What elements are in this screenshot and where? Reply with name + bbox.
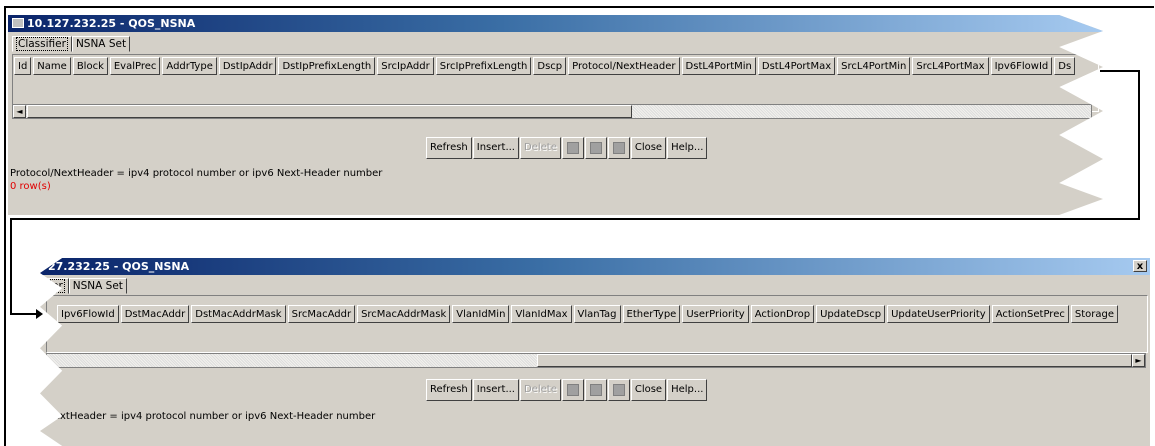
scroll-left-arrow[interactable]: ◄: [13, 105, 26, 118]
delete-button[interactable]: Delete: [519, 137, 561, 159]
print-button[interactable]: [607, 137, 630, 159]
print-icon: [612, 142, 625, 154]
column-header[interactable]: Protocol/NextHeader: [568, 57, 680, 75]
column-header[interactable]: SrcIpPrefixLength: [435, 57, 532, 75]
insert-button[interactable]: Insert...: [472, 137, 519, 159]
column-header[interactable]: SrcIpAddr: [377, 57, 434, 75]
column-header[interactable]: DstMacAddr: [120, 305, 190, 323]
tab-nsna-set-bottom[interactable]: NSNA Set: [68, 278, 127, 294]
button-bar: Refresh Insert... Delete Close Help...: [426, 137, 708, 159]
help-button[interactable]: Help...: [667, 379, 708, 401]
protocol-note-bottom: extHeader = ipv4 protocol number or ipv6…: [54, 411, 376, 422]
column-header[interactable]: DstMacAddrMask: [191, 305, 286, 323]
help-button[interactable]: Help...: [667, 137, 708, 159]
copy-icon: [566, 142, 579, 154]
print-button[interactable]: [607, 379, 630, 401]
column-header[interactable]: Ds: [1054, 57, 1076, 75]
window-title-bottom: 27.232.25 - QOS_NSNA: [48, 260, 190, 273]
protocol-note: Protocol/NextHeader = ipv4 protocol numb…: [10, 168, 383, 179]
column-header[interactable]: DstIpAddr: [218, 57, 277, 75]
table-header-row: Id Name Block EvalPrec AddrType DstIpAddr DstI…: [14, 57, 1077, 77]
column-header[interactable]: Ipv6FlowId: [990, 57, 1053, 75]
column-header[interactable]: AddrType: [162, 57, 217, 75]
column-header[interactable]: SrcL4PortMax: [912, 57, 989, 75]
save-button[interactable]: [584, 137, 607, 159]
tab-nsna-set[interactable]: NSNA Set: [71, 36, 131, 52]
column-header[interactable]: Id: [14, 57, 32, 75]
column-header[interactable]: UpdateUserPriority: [887, 305, 990, 323]
column-header[interactable]: DstL4PortMin: [681, 57, 756, 75]
tab-classifier[interactable]: Classifier: [12, 36, 72, 52]
column-header[interactable]: ActionDrop: [750, 305, 815, 323]
column-header[interactable]: Ipv6FlowId: [57, 305, 119, 323]
print-icon: [612, 384, 625, 396]
window-close-button[interactable]: x: [1133, 260, 1147, 272]
row-count: 0 row(s): [10, 181, 51, 192]
top-window: 10.127.232.25 - QOS_NSNA Classifier NSNA …: [8, 15, 1103, 215]
column-header[interactable]: EvalPrec: [109, 57, 161, 75]
column-header[interactable]: UserPriority: [682, 305, 749, 323]
column-header[interactable]: Block: [72, 57, 108, 75]
column-header[interactable]: Name: [33, 57, 71, 75]
horizontal-scrollbar[interactable]: ◄: [12, 104, 1092, 119]
copy-button[interactable]: [561, 137, 584, 159]
column-header[interactable]: ActionSetPrec: [991, 305, 1069, 323]
column-header[interactable]: Dscp: [533, 57, 567, 75]
column-header[interactable]: VlanIdMax: [511, 305, 572, 323]
column-header[interactable]: DstIpPrefixLength: [278, 57, 376, 75]
close-button[interactable]: Close: [630, 379, 667, 401]
column-header[interactable]: SrcL4PortMin: [837, 57, 911, 75]
window-titlebar[interactable]: 10.127.232.25 - QOS_NSNA: [8, 15, 1103, 32]
bottom-window: 27.232.25 - QOS_NSNA x er NSNA Set Ipv6Fl…: [40, 258, 1150, 446]
app-icon: [12, 18, 24, 28]
window-title: 10.127.232.25 - QOS_NSNA: [27, 17, 196, 30]
column-header[interactable]: Storage: [1070, 305, 1118, 323]
column-header[interactable]: UpdateDscp: [816, 305, 886, 323]
insert-button[interactable]: Insert...: [472, 379, 519, 401]
window-titlebar-bottom[interactable]: 27.232.25 - QOS_NSNA x: [40, 258, 1150, 275]
column-header[interactable]: SrcMacAddrMask: [357, 305, 451, 323]
scroll-thumb[interactable]: [27, 105, 632, 118]
copy-button[interactable]: [561, 379, 584, 401]
table-header-row-bottom: Ipv6FlowId DstMacAddr DstMacAddrMask SrcMac…: [57, 305, 1120, 325]
copy-icon: [566, 384, 579, 396]
scroll-right-arrow[interactable]: ►: [1132, 354, 1145, 367]
close-button[interactable]: Close: [630, 137, 667, 159]
column-header[interactable]: VlanTag: [573, 305, 621, 323]
refresh-button[interactable]: Refresh: [426, 137, 472, 159]
column-header[interactable]: VlanIdMin: [452, 305, 510, 323]
table-panel-bottom: Ipv6FlowId DstMacAddr DstMacAddrMask SrcMac…: [46, 295, 1148, 353]
refresh-button[interactable]: Refresh: [426, 379, 472, 401]
save-icon: [589, 384, 602, 396]
button-bar-bottom: Refresh Insert... Delete Close Help...: [426, 379, 708, 401]
delete-button[interactable]: Delete: [519, 379, 561, 401]
column-header[interactable]: DstL4PortMax: [757, 57, 836, 75]
horizontal-scrollbar-bottom[interactable]: ►: [46, 353, 1146, 368]
save-button[interactable]: [584, 379, 607, 401]
column-header[interactable]: EtherType: [622, 305, 681, 323]
column-header[interactable]: SrcMacAddr: [287, 305, 356, 323]
scroll-thumb-bottom[interactable]: [537, 354, 1132, 367]
save-icon: [589, 142, 602, 154]
tab-bar: Classifier NSNA Set: [12, 36, 131, 53]
